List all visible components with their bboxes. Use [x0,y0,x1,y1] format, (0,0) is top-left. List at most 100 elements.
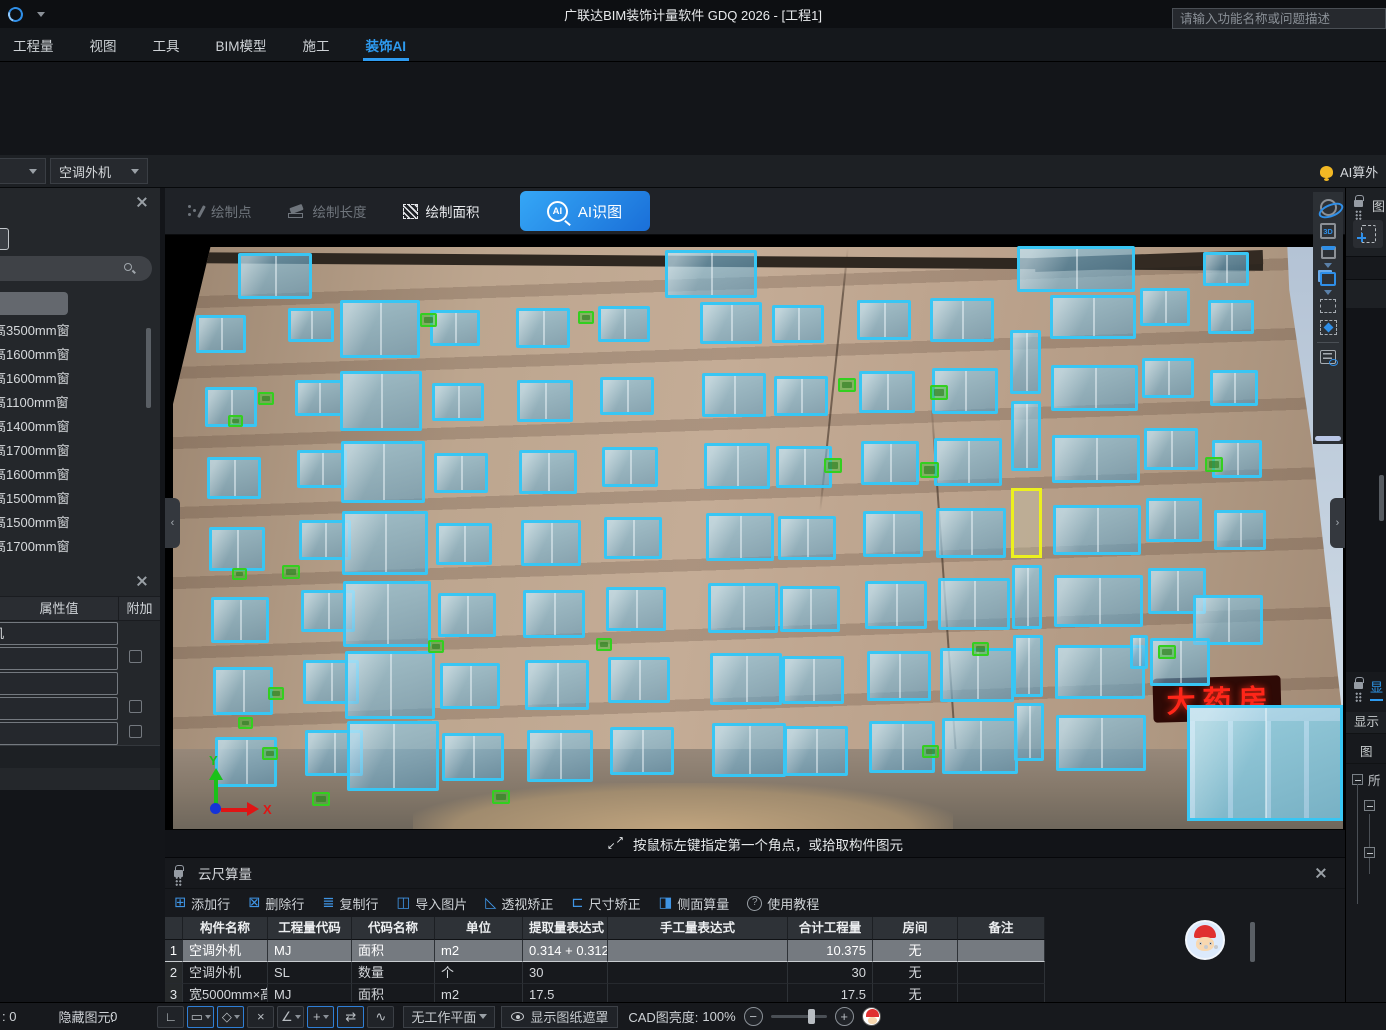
collapse-right-tab[interactable]: › [1330,498,1345,548]
window-detection-box[interactable] [702,373,766,417]
window-detection-box[interactable] [295,380,343,416]
尺寸矫正-button[interactable]: ⊏尺寸矫正 [571,894,640,913]
window-detection-box[interactable] [861,441,919,485]
selected-property-row[interactable] [0,745,160,768]
window-detection-box[interactable] [1130,635,1148,669]
window-detection-box[interactable] [784,726,848,776]
draw-area-button[interactable]: 绘制面积 [403,201,480,221]
window-detection-box[interactable] [604,517,662,559]
table-cell[interactable]: 30 [788,962,873,984]
solid-view-icon[interactable] [1320,272,1336,286]
display-row-clipped[interactable]: 显示 [1346,712,1386,734]
close-icon[interactable] [1315,867,1327,879]
table-cell[interactable]: 个 [435,962,523,984]
window-detection-box[interactable] [859,371,915,413]
construct-list-item[interactable]: 高1600mm窗 [0,463,144,487]
window-detection-box[interactable] [1053,505,1141,555]
window-detection-box[interactable] [438,593,496,637]
window-detection-box[interactable] [1142,358,1194,398]
window-detection-box[interactable] [774,376,828,416]
window-detection-box[interactable] [209,527,265,571]
attach-checkbox[interactable] [129,725,142,738]
删除行-button[interactable]: ⊠删除行 [248,894,304,913]
construct-list-item[interactable]: 高1500mm窗 [0,487,144,511]
ai-recognize-button[interactable]: AIAI识图 [520,191,650,231]
window-detection-box[interactable] [700,302,762,344]
window-detection-box[interactable] [1056,715,1146,771]
window-detection-box[interactable] [1208,300,1254,334]
window-detection-box[interactable] [942,718,1018,774]
cube-view-icon[interactable] [1321,246,1336,259]
window-detection-box[interactable] [610,727,674,775]
window-detection-box[interactable] [288,308,334,342]
window-detection-box[interactable] [213,667,273,715]
window-detection-box[interactable] [778,516,836,560]
ac-unit-detection-box[interactable] [930,385,948,400]
pin-icon[interactable] [174,870,183,877]
window-detection-box[interactable] [1011,401,1041,471]
侧面算量-button[interactable]: ◨侧面算量 [659,894,730,913]
construct-list-item[interactable]: 高1700mm窗 [0,535,144,559]
header-cell[interactable]: 房间 [873,917,958,940]
table-cell[interactable]: 空调外机 [183,940,268,962]
clipped-button[interactable] [0,228,9,250]
header-cell[interactable]: 构件名称 [183,917,268,940]
construct-list-item[interactable]: 高1600mm窗 [0,367,144,391]
window-detection-box[interactable] [517,380,573,422]
ac-unit-detection-box[interactable] [824,458,842,473]
collapse-icon[interactable] [1364,847,1375,858]
table-cell[interactable]: 0.314 + 0.312 ... [523,940,608,962]
window-detection-box[interactable] [519,450,577,494]
display-tab-clipped[interactable]: 显 [1370,677,1383,701]
brightness-slider[interactable] [771,1015,827,1018]
window-detection-box[interactable] [521,520,581,566]
table-cell[interactable]: SL [268,962,352,984]
window-detection-box[interactable] [196,315,246,353]
复制行-button[interactable]: ≣复制行 [322,894,378,913]
add-drawing-button[interactable] [1353,220,1383,248]
brightness-plus-button[interactable]: + [835,1007,854,1026]
menu-item-施工[interactable]: 施工 [300,28,333,61]
window-detection-box[interactable] [857,300,911,340]
window-detection-box[interactable] [345,651,435,719]
table-cell[interactable]: 空调外机 [183,962,268,984]
ac-unit-detection-box[interactable] [838,378,856,392]
window-detection-box[interactable] [1010,330,1041,394]
slider-thumb[interactable] [808,1009,815,1024]
ac-unit-detection-box[interactable] [1158,645,1176,659]
function-search-input[interactable] [1172,8,1386,29]
brightness-minus-button[interactable]: − [744,1007,763,1026]
menu-item-视图[interactable]: 视图 [87,28,120,61]
window-detection-box[interactable] [343,581,431,647]
drag-handle-icon[interactable] [175,876,182,887]
window-detection-box[interactable] [600,377,654,415]
window-detection-box[interactable] [207,457,261,499]
construct-list-scrollbar[interactable] [146,328,151,408]
ac-unit-detection-box[interactable] [268,687,284,700]
table-cell[interactable]: 数量 [352,962,435,984]
attach-checkbox[interactable] [129,700,142,713]
menu-item-装饰AI[interactable]: 装饰AI [363,28,410,61]
window-detection-box[interactable] [782,656,844,704]
ac-unit-detection-box[interactable] [578,311,594,324]
table-row[interactable]: 1空调外机MJ面积m20.314 + 0.312 ...10.375无 [165,940,1045,962]
selected-construct-item[interactable] [0,292,68,315]
assistant-avatar[interactable] [1185,920,1225,960]
table-cell[interactable] [958,962,1045,984]
window-detection-box[interactable] [442,733,504,781]
orbit-view-icon[interactable] [1320,199,1337,216]
使用教程-button[interactable]: ?使用教程 [747,894,819,913]
property-value-input[interactable]: 空调外机 [0,622,118,645]
rect-mode-button[interactable]: ▭ [187,1006,214,1028]
window-detection-box[interactable] [430,310,480,346]
ai-notice[interactable]: AI算外 [1320,155,1386,188]
property-value-input[interactable] [0,672,118,695]
table-cell[interactable] [958,940,1045,962]
导入图片-button[interactable]: ◫导入图片 [397,894,468,913]
window-detection-box[interactable] [772,305,824,343]
window-detection-box[interactable] [1052,435,1140,483]
category-dropdown[interactable] [0,158,46,184]
header-cell[interactable]: 代码名称 [352,917,435,940]
tree-item[interactable] [1364,847,1375,858]
construct-list-item[interactable]: 高1400mm窗 [0,415,144,439]
